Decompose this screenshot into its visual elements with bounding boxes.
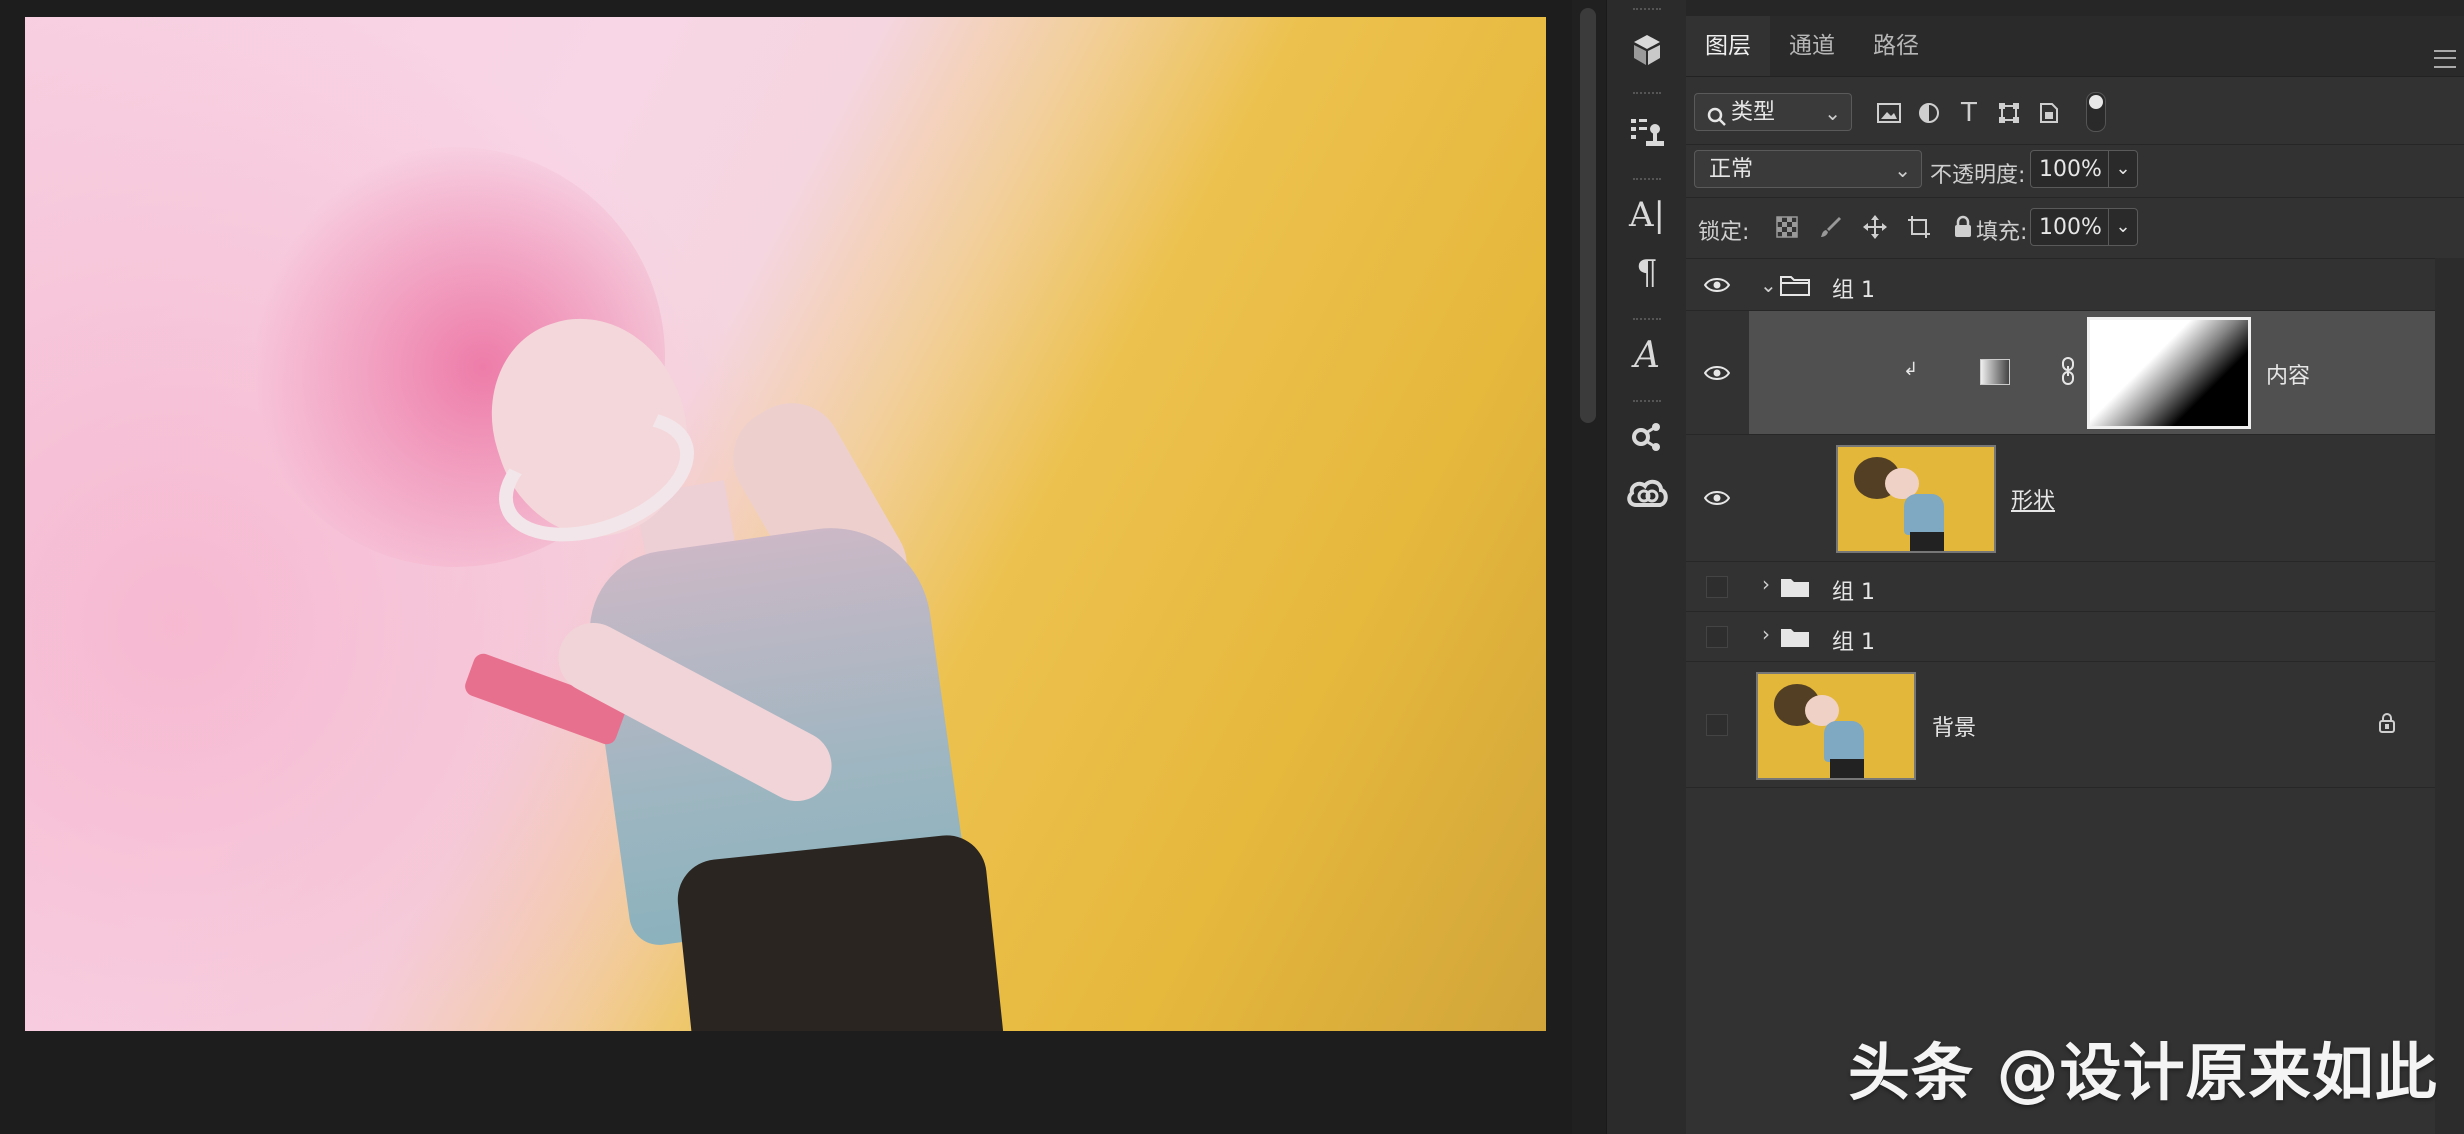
filter-kind-label: 类型 xyxy=(1731,100,1776,125)
folder-icon xyxy=(1780,626,1810,648)
paragraph-icon[interactable]: ¶ xyxy=(1619,250,1675,296)
layer-row-gradient-fill[interactable]: ↲ 内容 xyxy=(1749,311,2435,435)
layer-row-background[interactable]: 背景 xyxy=(1686,662,2435,788)
watermark-text: 头条 @设计原来如此 xyxy=(1848,1036,2438,1109)
chevron-down-icon: ⌄ xyxy=(1824,101,1841,125)
tab-channels[interactable]: 通道 xyxy=(1770,16,1854,76)
layer-row-group[interactable]: › 组 1 xyxy=(1686,562,2435,612)
blend-mode-value: 正常 xyxy=(1709,157,1754,182)
opacity-value: 100% xyxy=(2039,157,2102,182)
grip-handle[interactable] xyxy=(1633,92,1661,98)
chevron-down-icon[interactable]: ⌄ xyxy=(1760,273,1777,297)
layer-name[interactable]: 组 1 xyxy=(1832,272,1875,304)
document-canvas-area[interactable] xyxy=(0,0,1572,1134)
blend-row: 正常 ⌄ 不透明度: 100% ⌄ xyxy=(1686,145,2464,195)
eye-column-gradient xyxy=(1686,311,1749,435)
panel-tabs: 图层 通道 路径 xyxy=(1686,16,2464,77)
pixel-filter-icon[interactable] xyxy=(1874,98,1904,128)
layer-row-group[interactable]: ⌄ 组 1 xyxy=(1686,259,2435,311)
layer-name[interactable]: 形状 xyxy=(2011,483,2055,515)
lock-transparent-icon[interactable] xyxy=(1772,212,1802,242)
lock-pixels-brush-icon[interactable] xyxy=(1816,212,1846,242)
lock-position-move-icon[interactable] xyxy=(1860,212,1890,242)
chevron-down-icon[interactable]: ⌄ xyxy=(2108,151,2137,187)
lock-label: 锁定: xyxy=(1698,220,1750,245)
gradient-fill-icon xyxy=(1980,359,2010,385)
lock-all-icon[interactable] xyxy=(1948,212,1978,242)
visibility-eye-icon[interactable] xyxy=(1704,490,1730,506)
grip-handle[interactable] xyxy=(1633,400,1661,406)
layer-name[interactable]: 组 1 xyxy=(1832,574,1875,606)
clipping-arrow-icon: ↲ xyxy=(1903,359,1919,380)
smart-object-filter-icon[interactable] xyxy=(2034,98,2064,128)
grip-handle[interactable] xyxy=(1633,318,1661,324)
folder-icon xyxy=(1780,576,1810,598)
panel-top-bar xyxy=(1686,0,2464,16)
pants-shape xyxy=(673,831,1007,1031)
layer-row-group[interactable]: › 组 1 xyxy=(1686,612,2435,662)
lock-artboard-icon[interactable] xyxy=(1904,212,1934,242)
fill-label: 填充: xyxy=(1976,220,2028,245)
libraries-share-icon[interactable] xyxy=(1619,414,1675,460)
chevron-right-icon[interactable]: › xyxy=(1762,572,1770,596)
panel-menu-icon[interactable] xyxy=(2434,50,2456,68)
search-icon xyxy=(1707,102,1727,140)
visibility-toggle-off[interactable] xyxy=(1706,626,1728,648)
visibility-eye-icon[interactable] xyxy=(1704,277,1730,293)
glyphs-icon[interactable]: A xyxy=(1619,332,1675,378)
opacity-label: 不透明度: xyxy=(1930,163,2026,188)
grip-handle[interactable] xyxy=(1633,178,1661,184)
creative-cloud-icon[interactable] xyxy=(1619,470,1675,516)
adjustment-filter-icon[interactable] xyxy=(1914,98,1944,128)
tab-layers[interactable]: 图层 xyxy=(1686,16,1770,76)
visibility-toggle-off[interactable] xyxy=(1706,714,1728,736)
panel-scrollbar[interactable] xyxy=(2435,258,2464,1134)
tab-paths[interactable]: 路径 xyxy=(1854,16,1938,76)
layer-filter-dropdown[interactable]: 类型 ⌄ xyxy=(1694,93,1852,131)
chevron-down-icon: ⌄ xyxy=(1894,158,1911,182)
lock-icon xyxy=(2378,712,2396,738)
clone-source-icon[interactable] xyxy=(1619,110,1675,156)
canvas-vertical-scrollbar[interactable] xyxy=(1572,0,1606,1134)
character-icon[interactable]: A| xyxy=(1619,192,1675,238)
document-image[interactable] xyxy=(25,17,1546,1031)
layer-name[interactable]: 内容 xyxy=(2266,358,2310,390)
type-filter-icon[interactable]: T xyxy=(1954,98,1984,128)
lock-row: 锁定: 填充: 100% ⌄ xyxy=(1686,198,2464,256)
link-chain-icon[interactable] xyxy=(2061,357,2075,389)
chevron-down-icon[interactable]: ⌄ xyxy=(2108,209,2137,245)
folder-icon xyxy=(1780,274,1810,296)
panel-tool-strip: A| ¶ A xyxy=(1606,0,1688,1134)
scrollbar-thumb[interactable] xyxy=(1580,8,1596,423)
filter-toggle[interactable] xyxy=(2086,92,2106,132)
shape-filter-icon[interactable] xyxy=(1994,98,2024,128)
fill-value: 100% xyxy=(2039,215,2102,240)
chevron-right-icon[interactable]: › xyxy=(1762,622,1770,646)
layer-thumbnail[interactable] xyxy=(1756,672,1916,780)
layer-thumbnail[interactable] xyxy=(1836,445,1996,553)
layer-mask-thumbnail[interactable] xyxy=(2087,317,2251,429)
visibility-toggle-off[interactable] xyxy=(1706,576,1728,598)
3d-icon[interactable] xyxy=(1619,28,1675,74)
layer-name[interactable]: 背景 xyxy=(1932,710,1976,742)
layer-name[interactable]: 组 1 xyxy=(1832,624,1875,656)
layer-row-shape[interactable]: 形状 xyxy=(1686,435,2435,562)
grip-handle[interactable] xyxy=(1633,8,1661,14)
layers-panel: 图层 通道 路径 类型 ⌄ T 正常 ⌄ 不透明度: 100% ⌄ 锁定: 填充… xyxy=(1686,0,2464,1134)
fill-field[interactable]: 100% ⌄ xyxy=(2030,208,2138,246)
filter-row: 类型 ⌄ T xyxy=(1686,76,2464,144)
opacity-field[interactable]: 100% ⌄ xyxy=(2030,150,2138,188)
blend-mode-dropdown[interactable]: 正常 ⌄ xyxy=(1694,150,1922,188)
visibility-eye-icon[interactable] xyxy=(1704,365,1730,381)
